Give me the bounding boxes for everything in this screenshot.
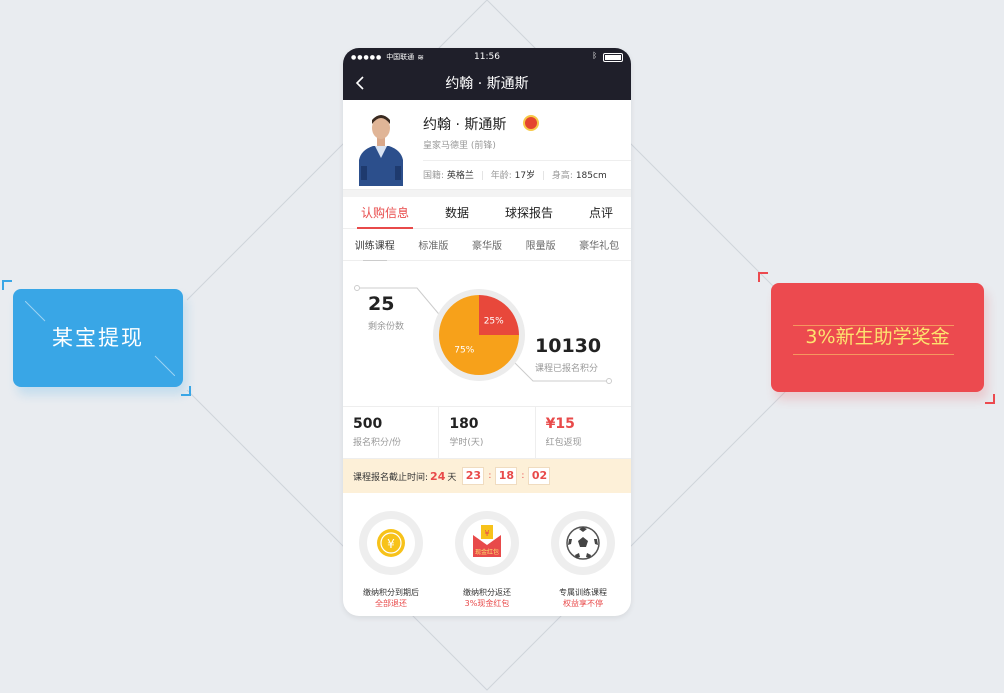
svg-text:¥: ¥ (484, 529, 489, 538)
player-photo (353, 108, 409, 186)
corner-mark (2, 280, 12, 290)
left-badge-label: 某宝提现 (52, 326, 144, 350)
pie-slice-label: 75% (454, 346, 474, 356)
benefit-label: 专属训练课程 (559, 588, 607, 597)
separator: | (480, 171, 484, 181)
benefit-icon-frame (551, 511, 615, 575)
colon: : (521, 471, 525, 481)
benefits-row: ¥ 缴纳积分到期后 全部退还 ¥ 现金红包 缴纳积分返还 3%现金红包 专属训练… (343, 493, 631, 609)
red-envelope-icon: ¥ 现金红包 (473, 525, 501, 557)
age-value: 17岁 (514, 171, 536, 181)
stat-cashback: ¥15 红包返现 (536, 407, 631, 458)
nav-bar: 约翰 · 斯通斯 (343, 66, 631, 100)
subtab-standard[interactable]: 标准版 (418, 237, 448, 252)
benefit-icon-frame: ¥ (359, 511, 423, 575)
deadline-minutes: 18 (495, 467, 518, 485)
remaining-count: 25 (368, 293, 395, 315)
registered-points: 10130 (535, 335, 602, 357)
separator: | (541, 171, 546, 181)
stat-label: 红包返现 (545, 438, 582, 448)
benefit-sub: 权益享不停 (563, 599, 603, 608)
tab-review[interactable]: 点评 (587, 197, 615, 229)
benefit-sub: 全部退还 (375, 599, 407, 608)
left-promo-badge[interactable]: 某宝提现 (13, 289, 183, 387)
bluetooth-icon: ᛒ (592, 51, 597, 60)
tab-scout-report[interactable]: 球探报告 (503, 197, 555, 229)
leader-dot (354, 285, 360, 291)
registered-points-label: 课程已报名积分 (535, 364, 599, 374)
deadline-seconds: 02 (528, 467, 551, 485)
stat-hours: 180 学时(天) (439, 407, 536, 458)
benefit-label: 缴纳积分返还 (463, 588, 511, 597)
player-info-row: 国籍: 英格兰 | 年龄: 17岁 | 身高: 185cm (423, 168, 607, 181)
player-team: 皇家马德里 (前锋) (423, 141, 496, 151)
main-tabs: 认购信息 数据 球探报告 点评 (343, 197, 631, 229)
top-bar: ●●●●● 中国联通 ≋ 11:56 ᛒ 约翰 · 斯通斯 (343, 48, 631, 100)
age-label: 年龄: (490, 171, 512, 181)
deadline-days: 24 (430, 469, 446, 483)
height-label: 身高: (551, 171, 573, 181)
player-profile: 约翰 · 斯通斯 皇家马德里 (前锋) 国籍: 英格兰 | 年龄: 17岁 | … (343, 100, 631, 190)
benefit-item[interactable]: ¥ 现金红包 缴纳积分返还 3%现金红包 (447, 511, 527, 609)
subtab-deluxe-pack[interactable]: 豪华礼包 (579, 237, 619, 252)
corner-mark (985, 394, 995, 404)
deadline-hours: 23 (462, 467, 485, 485)
player-name: 约翰 · 斯通斯 (423, 117, 507, 133)
benefit-sub: 3%现金红包 (464, 599, 510, 608)
deadline-label: 课程报名截止时间: (353, 472, 429, 483)
stats-row: 500 报名积分/份 180 学时(天) ¥15 红包返现 (343, 407, 631, 459)
status-bar: ●●●●● 中国联通 ≋ 11:56 ᛒ (343, 48, 631, 66)
pie-slice (479, 295, 519, 335)
sub-tabs: 训练课程 标准版 豪华版 限量版 豪华礼包 (343, 229, 631, 261)
battery-icon (603, 53, 623, 62)
tab-data[interactable]: 数据 (443, 197, 471, 229)
back-arrow-icon[interactable] (353, 74, 367, 92)
subtab-limited[interactable]: 限量版 (526, 237, 556, 252)
club-crest-icon (523, 115, 539, 131)
corner-mark (758, 272, 768, 282)
subtab-deluxe[interactable]: 豪华版 (472, 237, 502, 252)
colon: : (488, 471, 492, 481)
pie-slice-label: 25% (484, 316, 504, 326)
deadline-bar: 课程报名截止时间: 24 天 23 : 18 : 02 (343, 459, 631, 493)
height-value: 185cm (575, 171, 607, 181)
deadline-days-unit: 天 (447, 472, 457, 483)
phone-screen: ●●●●● 中国联通 ≋ 11:56 ᛒ 约翰 · 斯通斯 约翰 · 斯通斯 皇… (343, 48, 631, 616)
stat-points-per-share: 500 报名积分/份 (343, 407, 440, 458)
pie-chart: 25% 75% (354, 285, 612, 384)
badge-divider (793, 354, 954, 355)
coin-icon: ¥ (377, 529, 405, 557)
leader-dot (606, 378, 612, 384)
tab-subscription-info[interactable]: 认购信息 (356, 197, 414, 229)
right-badge-label: 3%新生助学奖金 (805, 326, 950, 348)
benefit-item[interactable]: 专属训练课程 权益享不停 (543, 511, 623, 609)
benefit-icon-frame: ¥ 现金红包 (455, 511, 519, 575)
benefit-item[interactable]: ¥ 缴纳积分到期后 全部退还 (351, 511, 431, 609)
right-promo-badge[interactable]: 3%新生助学奖金 (771, 283, 984, 392)
envelope-text: 现金红包 (475, 548, 499, 556)
stat-label: 学时(天) (449, 438, 484, 448)
remaining-label: 剩余份数 (368, 322, 405, 332)
stat-value: 180 (449, 416, 479, 432)
nationality-value: 英格兰 (446, 171, 474, 181)
corner-mark (181, 386, 191, 396)
stat-label: 报名积分/份 (353, 438, 402, 448)
stat-value: ¥15 (545, 416, 575, 432)
nav-title: 约翰 · 斯通斯 (445, 76, 529, 92)
summary-chart-section: 25% 75% 25 剩余份数 10130 课程已报名积分 (343, 261, 631, 407)
soccer-ball-icon (566, 526, 600, 560)
stat-value: 500 (353, 416, 383, 432)
divider (423, 160, 631, 161)
status-time: 11:56 (474, 52, 500, 62)
nationality-label: 国籍: (423, 171, 445, 181)
benefit-label: 缴纳积分到期后 (363, 588, 419, 597)
svg-text:¥: ¥ (387, 537, 395, 551)
subtab-training-course[interactable]: 训练课程 (355, 237, 395, 261)
